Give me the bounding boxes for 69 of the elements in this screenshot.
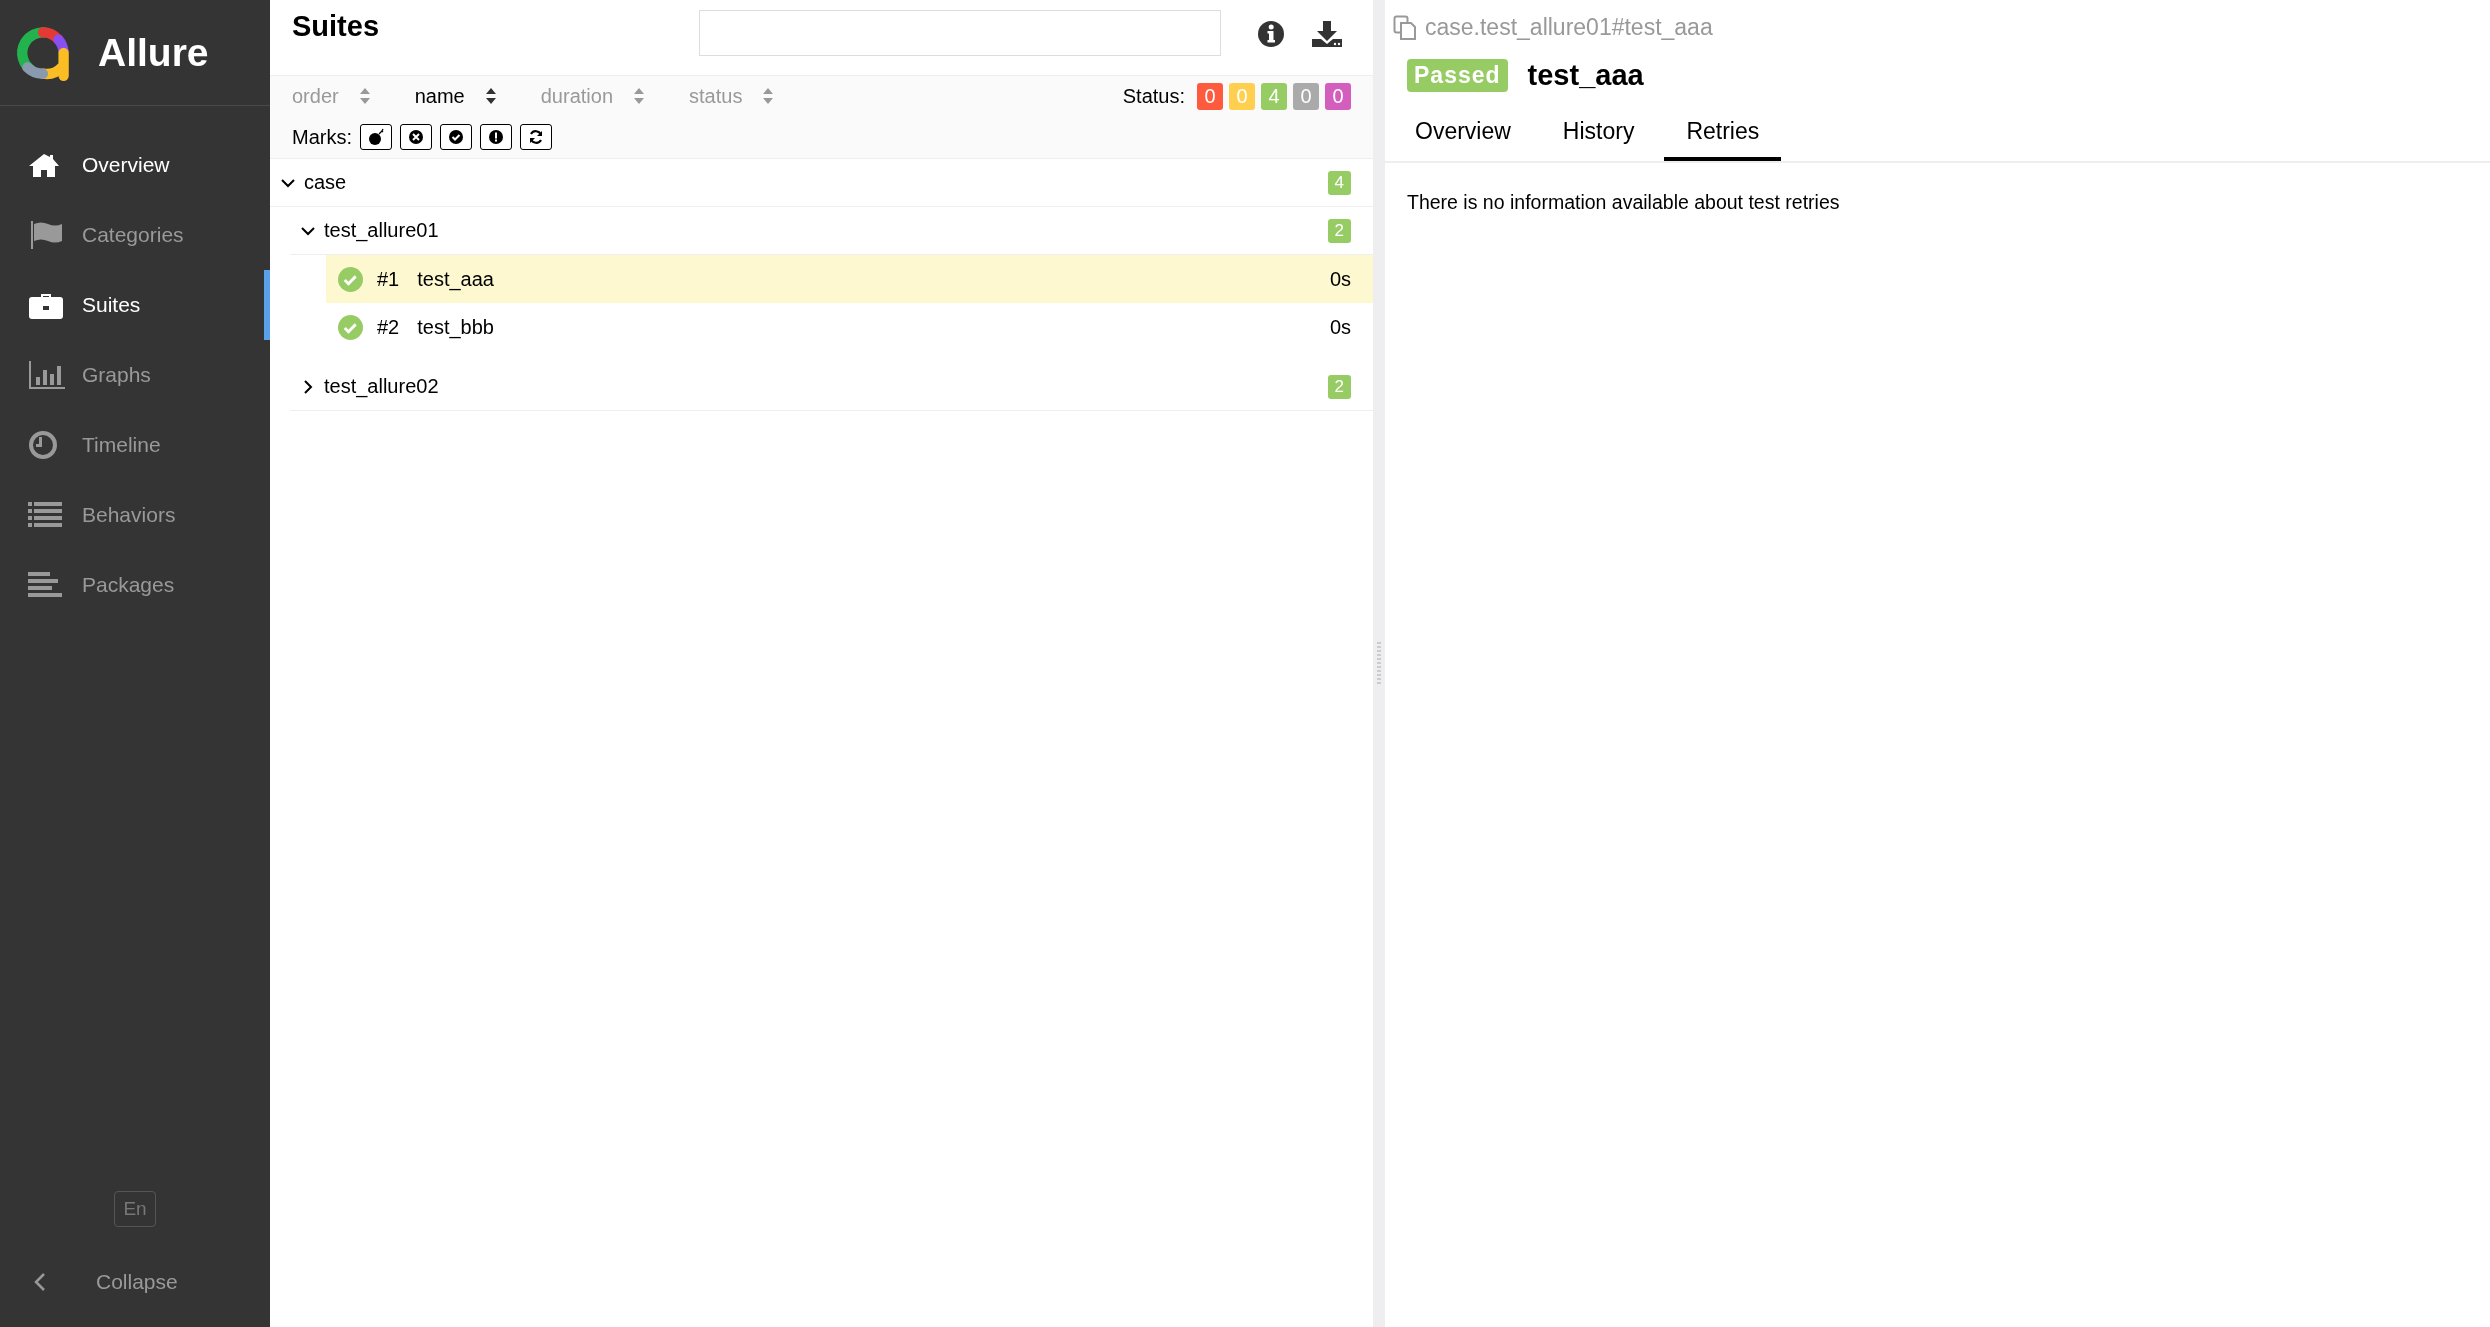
test-name: test_aaa (417, 267, 495, 291)
check-circle-icon (446, 127, 466, 147)
bomb-icon (366, 127, 386, 147)
sort-icon (633, 87, 645, 105)
tab[interactable]: Retries (1664, 118, 1782, 161)
count-badge: 2 (1327, 374, 1351, 399)
test-number: #1 (377, 267, 400, 291)
mark-filter-button[interactable] (360, 124, 392, 150)
exclamation-circle-icon (486, 127, 506, 147)
collapse-button[interactable]: Collapse (0, 1245, 270, 1319)
search-field[interactable] (699, 10, 1221, 56)
sidebar-item[interactable]: Suites (0, 270, 270, 340)
status-count[interactable]: 0 (1197, 82, 1223, 110)
tree-group-row[interactable]: test_allure01 (300, 219, 1328, 242)
tree-group-row[interactable]: case (280, 171, 1328, 194)
test-duration: 0s (1329, 267, 1351, 291)
check-circle-icon (338, 314, 363, 340)
test-duration: 0s (1329, 315, 1351, 339)
sort-icon (484, 87, 497, 105)
download-icon (1311, 20, 1343, 48)
sidebar-item[interactable]: Overview (0, 130, 270, 200)
count-badge: 4 (1327, 170, 1351, 195)
status-label: Status: (1122, 84, 1185, 108)
resize-handle[interactable] (1377, 641, 1381, 686)
sort-icon (762, 87, 775, 105)
mark-filter-button[interactable] (480, 124, 512, 150)
sort-column[interactable]: name (414, 84, 497, 108)
status-badge: Passed (1407, 59, 1508, 92)
flag-icon (28, 220, 64, 250)
panel-title: Suites (292, 10, 381, 43)
test-name: test_bbb (417, 315, 495, 339)
language-button[interactable]: En (114, 1191, 156, 1227)
sort-column[interactable]: status (689, 84, 775, 108)
list-icon (28, 501, 62, 529)
app-title: Allure (98, 30, 209, 75)
copy-icon (1393, 14, 1417, 41)
bar-chart-icon (28, 360, 66, 390)
tab[interactable]: History (1540, 118, 1657, 161)
status-count[interactable]: 0 (1293, 82, 1319, 110)
sidebar-item[interactable]: Categories (0, 200, 270, 270)
x-circle-icon (406, 127, 426, 147)
sort-icon (358, 87, 371, 105)
marks-label: Marks: (292, 125, 352, 149)
sidebar-item[interactable]: Behaviors (0, 480, 270, 550)
test-row[interactable]: #2 test_bbb 0s (326, 303, 1373, 351)
mark-filter-button[interactable] (520, 124, 552, 150)
status-count[interactable]: 0 (1325, 82, 1351, 110)
info-message: There is no information available about test retries (1406, 190, 1841, 214)
test-number: #2 (377, 315, 400, 339)
mark-filter-button[interactable] (400, 124, 432, 150)
info-icon (1257, 20, 1285, 48)
house-icon (28, 152, 60, 178)
tab[interactable]: Overview (1393, 118, 1533, 161)
test-path: case.test_allure01#test_aaa (1425, 14, 1713, 41)
test-title: test_aaa (1527, 59, 1644, 92)
sidebar-item[interactable]: Packages (0, 550, 270, 620)
sidebar-item[interactable]: Timeline (0, 410, 270, 480)
sort-column[interactable]: duration (540, 84, 645, 108)
active-indicator (264, 270, 270, 340)
sort-column[interactable]: order (292, 84, 371, 108)
check-circle-icon (338, 266, 363, 292)
chevron-left-icon (34, 1272, 46, 1292)
test-row[interactable]: #1 test_aaa 0s (326, 255, 1373, 303)
sidebar-item[interactable]: Graphs (0, 340, 270, 410)
tree-group-row[interactable]: test_allure02 (300, 375, 1328, 398)
mark-filter-button[interactable] (440, 124, 472, 150)
clock-icon (28, 430, 58, 460)
count-badge: 2 (1327, 218, 1351, 243)
stacked-bars-icon (28, 571, 62, 599)
